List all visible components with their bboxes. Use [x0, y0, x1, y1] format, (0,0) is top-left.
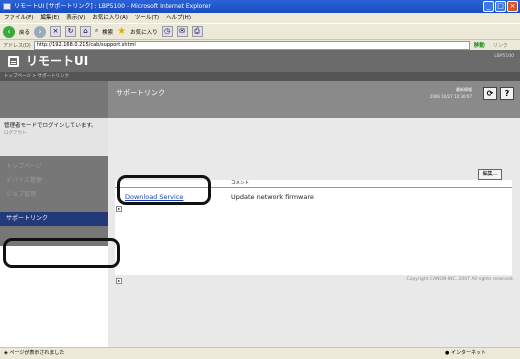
remote-ui-header: リモートUI LBP5100: [0, 50, 520, 72]
search-icon[interactable]: ⌕: [95, 28, 98, 35]
print-icon[interactable]: ⎙: [191, 26, 203, 37]
window-title: リモートUI [サポートリンク] : LBP5100 - Microsoft I…: [14, 3, 211, 10]
sidebar-nav: トップページ デバイス管理 ジョブ管理 サポートリンク: [0, 156, 108, 246]
stop-icon[interactable]: ×: [50, 26, 62, 37]
status-text: ページが表示されました: [9, 350, 65, 356]
page-loaded-icon: ◈: [4, 350, 8, 356]
favorites-label[interactable]: お気に入り: [130, 28, 158, 36]
menu-tools[interactable]: ツール(T): [135, 13, 159, 23]
back-label[interactable]: 戻る: [19, 28, 30, 36]
links-label[interactable]: リンク: [493, 42, 508, 49]
close-button[interactable]: ×: [507, 1, 518, 12]
printer-model: LBP5100: [494, 54, 514, 59]
copyright-text: Copyright CANON INC. 2007 All rights res…: [406, 277, 514, 282]
login-status-box: 管理者モードでログインしています。 ログアウト: [0, 118, 108, 156]
content-body: 編集... コメント Download Service Update netwo…: [108, 118, 520, 347]
menu-edit[interactable]: 編集(E): [40, 13, 59, 23]
ie-icon: [3, 3, 11, 10]
menu-view[interactable]: 表示(V): [66, 13, 85, 23]
window-controls: _ □ ×: [483, 1, 518, 12]
callout-support-link: [3, 238, 120, 268]
bottom-scroll-arrow-icon[interactable]: ▸: [116, 278, 122, 284]
remote-ui-logo-icon: [8, 56, 19, 67]
sidebar-item-job-management[interactable]: ジョブ管理: [0, 188, 108, 202]
address-label: アドレス(D): [3, 42, 31, 49]
zone-label: インターネット: [450, 350, 486, 356]
go-button[interactable]: 移動: [474, 41, 485, 49]
callout-download-service: [117, 175, 211, 205]
latest-info-label: 最新情報: [456, 87, 472, 92]
menu-file[interactable]: ファイル(F): [4, 13, 33, 23]
sidebar-item-device-management[interactable]: デバイス管理: [0, 174, 108, 188]
refresh-button[interactable]: ⟳: [483, 87, 497, 100]
internet-zone: ● インターネット: [445, 350, 486, 356]
back-arrow-icon[interactable]: ‹: [3, 25, 15, 38]
search-label[interactable]: 検索: [102, 28, 113, 36]
history-icon[interactable]: ◷: [161, 26, 173, 37]
login-status-text: 管理者モードでログインしています。: [4, 123, 97, 129]
sidebar-top: [0, 81, 108, 118]
logout-link[interactable]: ログアウト: [4, 130, 104, 137]
home-icon[interactable]: ⌂: [80, 26, 92, 37]
refresh-icon[interactable]: ↻: [65, 26, 77, 37]
sidebar: 管理者モードでログインしています。 ログアウト トップページ デバイス管理 ジョ…: [0, 81, 108, 347]
minimize-button[interactable]: _: [483, 1, 494, 12]
address-field[interactable]: http://192.168.0.215/cab/support.shtml: [33, 40, 470, 50]
last-updated-datetime: 2006 10/27 10:30:07: [429, 94, 472, 99]
page-title: サポートリンク: [116, 89, 165, 97]
mail-icon[interactable]: ✉: [176, 26, 188, 37]
window-titlebar: リモートUI [サポートリンク] : LBP5100 - Microsoft I…: [0, 0, 520, 13]
scroll-arrow-icon[interactable]: ▸: [116, 206, 122, 212]
sidebar-item-top-page[interactable]: トップページ: [0, 160, 108, 174]
favorites-star-icon[interactable]: ★: [117, 26, 126, 38]
address-bar: アドレス(D) http://192.168.0.215/cab/support…: [0, 39, 520, 50]
app-title: リモートUI: [26, 54, 89, 68]
sidebar-item-support-link[interactable]: サポートリンク: [0, 212, 108, 226]
comment-column-header: コメント: [231, 181, 249, 186]
help-button[interactable]: ?: [500, 87, 514, 100]
link-comment: Update network firmware: [231, 193, 314, 201]
forward-arrow-icon[interactable]: ›: [34, 25, 47, 38]
menubar: ファイル(F) 編集(E) 表示(V) お気に入り(A) ツール(T) ヘルプ(…: [0, 13, 520, 23]
browser-toolbar: ‹ 戻る › × ↻ ⌂ ⌕ 検索 ★ お気に入り ◷ ✉ ⎙: [0, 23, 520, 39]
breadcrumb[interactable]: トップページ > サポートリンク: [0, 72, 520, 81]
status-bar: ◈ ページが表示されました ● インターネット: [0, 347, 520, 359]
menu-help[interactable]: ヘルプ(H): [166, 13, 191, 23]
maximize-button[interactable]: □: [495, 1, 506, 12]
menu-favorites[interactable]: お気に入り(A): [92, 13, 128, 23]
edit-button[interactable]: 編集...: [478, 169, 502, 180]
content-header: サポートリンク 最新情報 2006 10/27 10:30:07 ⟳ ?: [108, 81, 520, 118]
